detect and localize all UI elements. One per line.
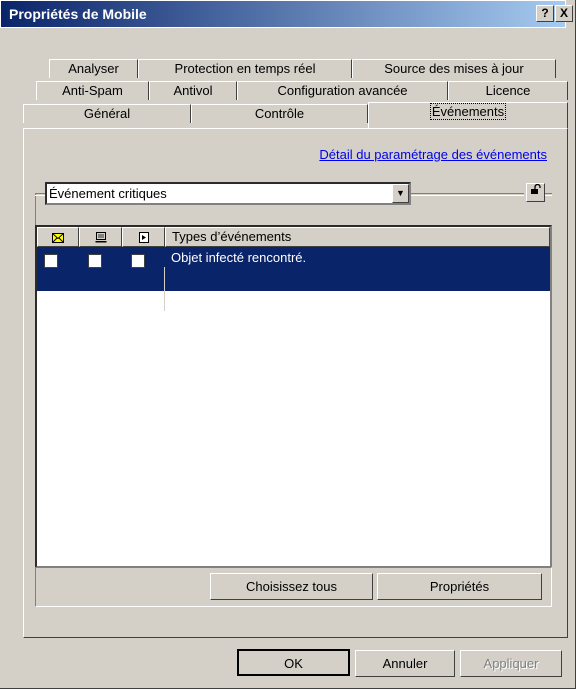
- log-icon: [138, 232, 149, 244]
- ok-button[interactable]: OK: [237, 649, 350, 676]
- tab-protection-temps-reel[interactable]: Protection en temps réel: [138, 59, 352, 78]
- tab-licence[interactable]: Licence: [448, 81, 568, 100]
- tab-configuration-avancee[interactable]: Configuration avancée: [237, 81, 448, 100]
- list-header: Types d’événements: [37, 227, 550, 247]
- groupbox-top-border-end: [545, 193, 552, 196]
- col-event-type-header[interactable]: Types d’événements: [165, 227, 550, 247]
- event-type-label: Objet infecté rencontré.: [171, 250, 307, 265]
- list-button-bar: Choisissez tous Propriétés: [35, 567, 552, 607]
- tab-general[interactable]: Général: [23, 104, 191, 123]
- event-level-value: Événement critiques: [49, 186, 167, 201]
- groupbox-top-border-right: [411, 193, 524, 196]
- tab-analyser[interactable]: Analyser: [49, 59, 138, 78]
- log-checkbox[interactable]: [131, 254, 145, 268]
- help-button[interactable]: ?: [536, 5, 554, 22]
- properties-button[interactable]: Propriétés: [377, 573, 542, 600]
- column-separator: [164, 267, 165, 311]
- tab-antivol[interactable]: Antivol: [149, 81, 237, 100]
- display-checkbox[interactable]: [88, 254, 102, 268]
- apply-button[interactable]: Appliquer: [460, 650, 562, 677]
- dropdown-arrow-icon[interactable]: ▼: [392, 184, 409, 203]
- lock-icon[interactable]: [526, 183, 545, 202]
- col-email-header[interactable]: [37, 227, 79, 247]
- event-level-select[interactable]: Événement critiques ▼: [45, 182, 411, 205]
- groupbox-top-border-left: [35, 193, 45, 196]
- tab-pane-evenements: Détail du paramétrage des événements Évé…: [23, 128, 568, 638]
- monitor-icon: [95, 232, 106, 243]
- table-row[interactable]: Objet infecté rencontré.: [37, 247, 550, 311]
- tab-controle[interactable]: Contrôle: [191, 104, 368, 123]
- email-checkbox[interactable]: [44, 254, 58, 268]
- col-display-header[interactable]: [79, 227, 122, 247]
- close-button[interactable]: X: [555, 5, 573, 22]
- title-bar[interactable]: Propriétés de Mobile: [0, 0, 566, 28]
- cancel-button[interactable]: Annuler: [355, 650, 455, 677]
- tab-anti-spam[interactable]: Anti-Spam: [36, 81, 149, 100]
- select-all-button[interactable]: Choisissez tous: [210, 573, 373, 600]
- events-settings-link[interactable]: Détail du paramétrage des événements: [319, 147, 547, 162]
- email-icon: [52, 232, 64, 243]
- properties-dialog: Propriétés de Mobile ? X Analyser Protec…: [0, 0, 576, 689]
- col-log-header[interactable]: [122, 227, 165, 247]
- tab-source-mises-a-jour[interactable]: Source des mises à jour: [352, 59, 556, 78]
- events-list[interactable]: Types d’événements Objet infecté rencont…: [35, 225, 552, 568]
- tab-evenements[interactable]: Événements: [368, 102, 568, 128]
- window-title: Propriétés de Mobile: [9, 6, 147, 22]
